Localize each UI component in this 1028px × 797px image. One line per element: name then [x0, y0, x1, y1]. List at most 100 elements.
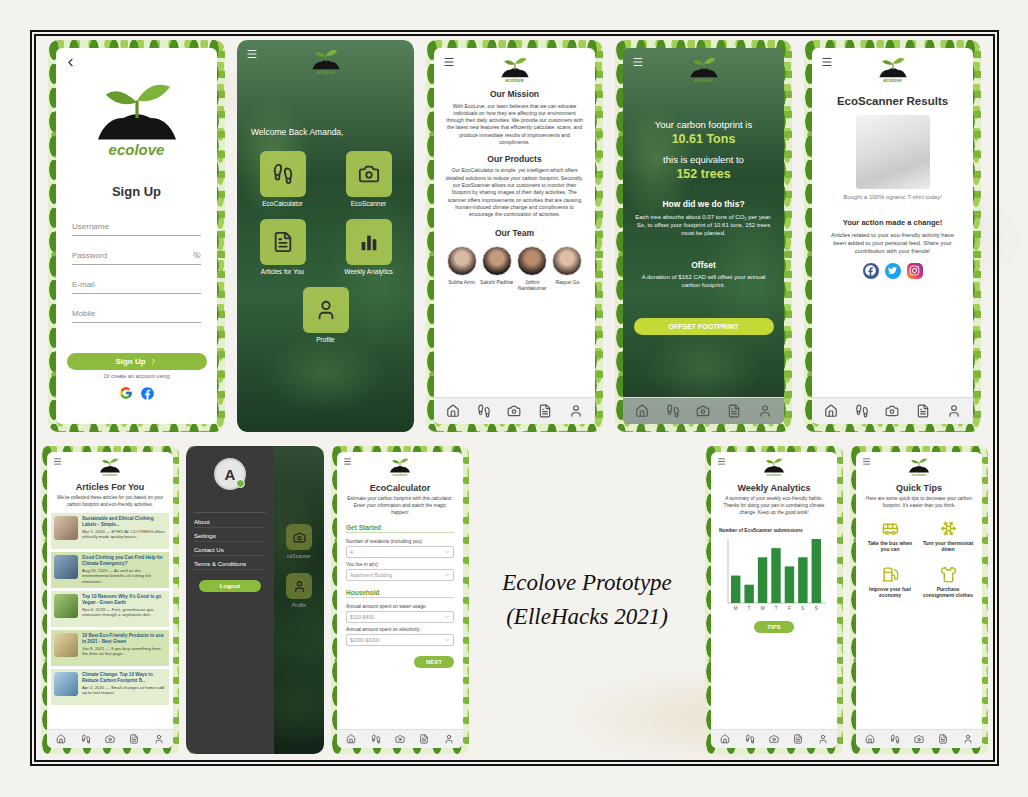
profile-icon[interactable] — [569, 404, 583, 418]
signup-button[interactable]: Sign Up — [67, 353, 207, 370]
home-icon[interactable] — [824, 404, 838, 418]
article-icon[interactable] — [129, 734, 139, 744]
home-icon[interactable] — [446, 404, 460, 418]
article-icon[interactable] — [538, 404, 552, 418]
hamburger-menu-icon[interactable] — [53, 457, 62, 466]
camera-icon[interactable] — [914, 734, 924, 744]
feature-tile[interactable]: EcoScanner — [346, 151, 392, 207]
profile-icon[interactable] — [947, 404, 961, 418]
article-row[interactable]: Climate Change: Top 10 Ways to Reduce Ca… — [51, 669, 169, 705]
text-input[interactable] — [72, 305, 201, 322]
snowflake-icon — [940, 520, 957, 537]
text-input[interactable] — [72, 247, 193, 264]
select-field[interactable]: Apartment Building — [346, 569, 454, 581]
hamburger-menu-icon[interactable] — [443, 56, 455, 68]
hamburger-menu-icon[interactable] — [717, 457, 726, 466]
select-field[interactable]: $100-$400 — [346, 611, 454, 623]
select-field[interactable]: 4 — [346, 546, 454, 558]
ecolove-logo-icon — [500, 56, 530, 78]
phone-mockup: AAboutSettingsContact UsTerms & Conditio… — [186, 446, 324, 754]
article-icon[interactable] — [419, 734, 429, 744]
hamburger-menu-icon[interactable] — [632, 56, 644, 68]
camera-icon[interactable] — [885, 404, 899, 418]
footprints-icon[interactable] — [81, 734, 91, 744]
section-title: Get Started — [346, 524, 454, 533]
offset-button[interactable]: OFFSET FOOTPRINT — [634, 318, 774, 335]
hamburger-menu-icon[interactable] — [821, 56, 833, 68]
svg-text:M: M — [734, 606, 738, 611]
camera-icon[interactable] — [507, 404, 521, 418]
article-row[interactable]: Good Clothing you Can Find Help for Clim… — [51, 552, 169, 588]
footprints-icon[interactable] — [666, 404, 680, 418]
dropdown-arrow-icon — [444, 549, 450, 555]
feature-tile[interactable]: EcoCalculator — [260, 151, 306, 207]
drawer-item[interactable]: Settings — [194, 533, 266, 542]
camera-icon[interactable] — [105, 734, 115, 744]
bottom-row: ecoloveArticles For YouWe've collected t… — [42, 446, 987, 754]
article-row[interactable]: Top 10 Reasons Why It's Good to go Vegan… — [51, 591, 169, 627]
home-icon[interactable] — [56, 734, 66, 744]
instagram-share-button[interactable] — [907, 263, 923, 279]
camera-icon[interactable] — [395, 734, 405, 744]
home-icon[interactable] — [720, 734, 730, 744]
facebook-share-button[interactable] — [863, 263, 879, 279]
hamburger-menu-icon[interactable] — [246, 48, 258, 60]
trees-value: 152 trees — [676, 167, 730, 181]
section-title: Our Mission — [490, 89, 539, 99]
camera-icon[interactable] — [769, 734, 779, 744]
tips-button[interactable]: TIPS — [754, 621, 794, 633]
tips-grid: Take the bus when you canTurn your therm… — [864, 520, 974, 599]
profile-icon[interactable] — [444, 734, 454, 744]
feature-tile[interactable]: Profile — [303, 287, 349, 343]
twitter-share-button[interactable] — [885, 263, 901, 279]
profile-icon[interactable] — [818, 734, 828, 744]
feature-tile[interactable]: Weekly Analytics — [344, 219, 393, 275]
home-icon[interactable] — [635, 404, 649, 418]
profile-icon[interactable] — [154, 734, 164, 744]
hide-password-icon[interactable] — [193, 251, 201, 259]
article-row[interactable]: Sustainable and Ethical Clothing Labels … — [51, 513, 169, 549]
drawer-item[interactable]: Terms & Conditions — [194, 561, 266, 570]
profile-icon[interactable] — [758, 404, 772, 418]
google-icon[interactable] — [119, 386, 133, 400]
mission-text: With EcoLove, our team believes that we … — [444, 103, 585, 147]
back-icon[interactable] — [64, 56, 77, 69]
home-screen-behind: coScannerProfile — [274, 446, 324, 754]
article-icon[interactable] — [727, 404, 741, 418]
footprints-icon[interactable] — [477, 404, 491, 418]
tip-item: Turn your thermostat down — [922, 520, 974, 553]
bottom-nav — [711, 729, 837, 748]
phone-mockup: ecoloveEcoScanner ResultsBought a 100% o… — [804, 40, 981, 432]
form-field — [72, 218, 201, 236]
phone-mockup: ecoloveWeekly AnalyticsA summary of your… — [705, 446, 843, 754]
facebook-icon[interactable] — [141, 387, 154, 400]
footprints-icon[interactable] — [855, 404, 869, 418]
footprints-icon[interactable] — [371, 734, 381, 744]
footprints-icon[interactable] — [890, 734, 900, 744]
text-input[interactable] — [72, 276, 201, 293]
drawer-item[interactable]: Contact Us — [194, 547, 266, 556]
profile-icon[interactable] — [963, 734, 973, 744]
article-icon[interactable] — [938, 734, 948, 744]
scanned-photo — [856, 115, 930, 189]
tips-screen: ecoloveQuick TipsHere are some quick tip… — [856, 452, 982, 748]
ecolove-logo-icon — [878, 56, 908, 78]
app-header: ecolove — [47, 452, 173, 477]
footprints-icon[interactable] — [745, 734, 755, 744]
article-row[interactable]: 10 Best Eco-Friendly Products to use in … — [51, 630, 169, 666]
select-field[interactable]: $2000-$3000 — [346, 634, 454, 646]
article-icon[interactable] — [793, 734, 803, 744]
page: ecoloveSign UpSign UpOr create an accoun… — [0, 0, 1028, 797]
home-icon[interactable] — [346, 734, 356, 744]
drawer-item[interactable]: About — [194, 519, 266, 528]
logout-button[interactable]: Logout — [199, 580, 261, 592]
text-input[interactable] — [72, 218, 201, 235]
camera-icon[interactable] — [696, 404, 710, 418]
article-icon[interactable] — [916, 404, 930, 418]
hamburger-menu-icon[interactable] — [862, 457, 871, 466]
feature-tile[interactable]: Articles for You — [260, 219, 306, 275]
hamburger-menu-icon[interactable] — [343, 457, 352, 466]
next-button[interactable]: NEXT — [414, 656, 454, 668]
bottom-nav — [47, 729, 173, 748]
home-icon[interactable] — [865, 734, 875, 744]
